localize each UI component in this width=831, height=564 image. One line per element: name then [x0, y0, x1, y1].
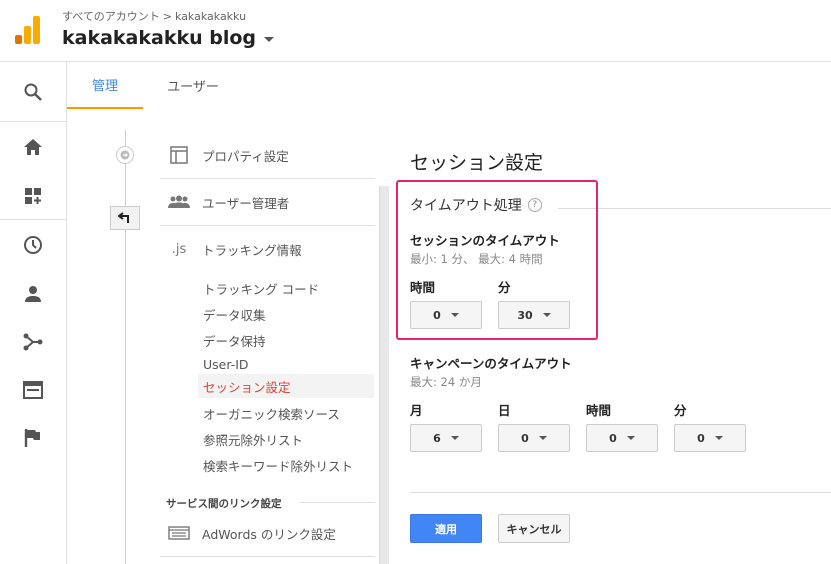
sub-item-organic-search-sources[interactable]: オーガニック検索ソース: [198, 401, 374, 425]
campaign-timeout-hint: 最大: 24 か月: [410, 375, 482, 389]
home-icon[interactable]: [0, 123, 66, 171]
campaign-minutes-value: 0: [697, 431, 705, 445]
campaign-timeout-label: キャンペーンのタイムアウト: [410, 356, 572, 371]
forward-arrow-icon[interactable]: [116, 146, 134, 164]
menu-tracking-info[interactable]: .js トラッキング情報: [160, 226, 375, 272]
menu-scrollbar[interactable]: [379, 186, 389, 564]
admin-tabs: 管理 ユーザー: [67, 62, 831, 109]
people-group-icon: [168, 193, 190, 211]
sub-item-data-retention[interactable]: データ保持: [198, 328, 374, 352]
sub-item-session-settings[interactable]: セッション設定: [198, 374, 374, 398]
left-navigation: [0, 62, 67, 564]
browser-window-icon[interactable]: [0, 366, 66, 414]
campaign-minutes-label: 分: [674, 403, 687, 418]
person-icon[interactable]: [0, 270, 66, 318]
chevron-down-icon: [626, 436, 635, 440]
top-bar: すべてのアカウント > kakakakakku kakakakakku blog: [0, 0, 831, 62]
page-title: セッション設定: [410, 152, 544, 174]
chevron-down-icon: [450, 436, 459, 440]
menu-adwords-link[interactable]: AdWords のリンク設定: [160, 510, 375, 556]
apply-button[interactable]: 適用: [410, 514, 482, 543]
campaign-hours-select[interactable]: 0: [586, 424, 658, 452]
property-menu: プロパティ設定 ユーザー管理者 .js トラッキング情報 トラッキング コード …: [160, 130, 375, 564]
campaign-hours-label: 時間: [586, 403, 612, 418]
chevron-down-icon: [714, 436, 723, 440]
campaign-days-select[interactable]: 0: [498, 424, 570, 452]
property-layout-icon: [168, 146, 190, 164]
cancel-button[interactable]: キャンセル: [498, 514, 570, 543]
section-divider: [558, 208, 831, 209]
back-arrow-icon: [118, 212, 129, 223]
menu-property-settings-label: プロパティ設定: [202, 148, 289, 164]
breadcrumb-root[interactable]: すべてのアカウント: [62, 8, 160, 24]
campaign-hours-value: 0: [609, 431, 617, 445]
search-icon[interactable]: [0, 68, 66, 116]
sub-item-search-term-exclusion-list[interactable]: 検索キーワード除外リスト: [198, 453, 374, 477]
sub-item-referral-exclusion-list[interactable]: 参照元除外リスト: [198, 427, 374, 451]
analytics-logo-icon[interactable]: [15, 16, 41, 44]
menu-tracking-info-label: トラッキング情報: [202, 242, 302, 258]
breadcrumb: すべてのアカウント > kakakakakku: [62, 8, 246, 24]
footer-divider: [410, 492, 831, 493]
sub-item-tracking-code[interactable]: トラッキング コード: [198, 276, 374, 300]
sub-item-data-collection[interactable]: データ収集: [198, 302, 374, 326]
campaign-days-value: 0: [521, 431, 529, 445]
breadcrumb-account[interactable]: kakakakakku: [175, 10, 246, 23]
highlight-box: [396, 180, 598, 340]
menu-user-management-label: ユーザー管理者: [202, 195, 290, 211]
chevron-down-icon: [264, 37, 275, 42]
timeline-line: [125, 130, 126, 564]
tab-users[interactable]: ユーザー: [143, 62, 243, 109]
account-selector[interactable]: kakakakakku blog: [62, 27, 275, 49]
clock-icon[interactable]: [0, 221, 66, 269]
breadcrumb-separator: >: [162, 9, 173, 23]
campaign-days-label: 日: [498, 403, 511, 418]
menu-adwords-link-label: AdWords のリンク設定: [202, 526, 336, 542]
campaign-months-select[interactable]: 6: [410, 424, 482, 452]
menu-property-settings[interactable]: プロパティ設定: [160, 132, 375, 178]
flag-icon[interactable]: [0, 414, 66, 462]
share-flow-icon[interactable]: [0, 318, 66, 366]
menu-section-label: サービス間のリンク設定: [166, 498, 282, 510]
campaign-minutes-select[interactable]: 0: [674, 424, 746, 452]
back-arrow-button[interactable]: [110, 206, 140, 230]
sub-item-user-id[interactable]: User-ID: [198, 352, 374, 376]
menu-user-management[interactable]: ユーザー管理者: [160, 179, 375, 225]
tab-admin[interactable]: 管理: [67, 62, 143, 109]
adwords-table-icon: [168, 524, 190, 542]
campaign-months-label: 月: [410, 403, 423, 418]
chevron-down-icon: [538, 436, 547, 440]
account-title: kakakakakku blog: [62, 27, 257, 49]
dashboard-add-icon[interactable]: [0, 172, 66, 220]
js-icon: .js: [171, 241, 187, 257]
campaign-months-value: 6: [433, 431, 441, 445]
